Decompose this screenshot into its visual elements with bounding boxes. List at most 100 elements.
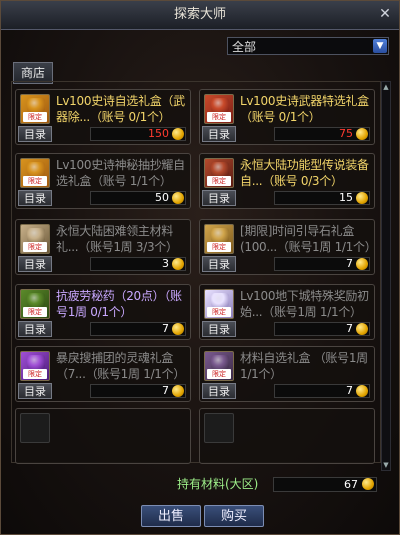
scroll-down-icon[interactable]: ▼ (382, 460, 390, 470)
limited-badge: 限定 (23, 176, 47, 186)
soul-box-dark-icon[interactable]: 限定 (204, 351, 234, 381)
limited-badge: 限定 (207, 112, 231, 122)
item-name: [期限]时间引导石礼盒(100...（账号1周 1/1个） (240, 224, 377, 254)
item-catalog-button[interactable]: 目录 (202, 190, 236, 206)
item-catalog-button[interactable]: 目录 (18, 190, 52, 206)
shop-item-card[interactable]: 限定 Lv100史诗神秘抽抄耀自选礼盒（账号 1/1个） 目录 50 (15, 153, 191, 209)
item-price: 3 (90, 257, 186, 271)
shop-item-card[interactable]: 限定 永恒大陆困难领主材料礼...（账号1周 3/3个） 目录 3 (15, 219, 191, 275)
item-art (211, 98, 229, 112)
item-catalog-button[interactable]: 目录 (202, 383, 236, 399)
coin-icon (172, 258, 184, 270)
item-price: 15 (274, 191, 370, 205)
shop-item-card[interactable]: 限定 材料自选礼盒 （账号1周 1/1个） 目录 7 (199, 346, 375, 402)
item-art (211, 355, 229, 369)
scroll-up-icon[interactable]: ▲ (382, 82, 390, 92)
item-name: Lv100史诗自选礼盒（武器除...（账号 0/1个） (56, 94, 185, 124)
shop-item-card[interactable]: 限定 Lv100史诗自选礼盒（武器除...（账号 0/1个） 目录 150 (15, 89, 191, 145)
item-price: 50 (90, 191, 186, 205)
item-art (27, 98, 45, 112)
item-name: 永恒大陆困难领主材料礼...（账号1周 3/3个） (56, 224, 178, 254)
empty-item-slot (199, 408, 375, 464)
item-price: 7 (90, 384, 186, 398)
gift-box-gold-icon[interactable]: 限定 (20, 94, 50, 124)
stone-box-icon[interactable]: 限定 (204, 224, 234, 254)
shop-item-card[interactable]: 限定 永恒大陆功能型传说装备自...（账号 0/3个） 目录 15 (199, 153, 375, 209)
item-catalog-button[interactable]: 目录 (18, 256, 52, 272)
item-art (211, 162, 229, 176)
item-list-scrollbar[interactable]: ▲ ▼ (381, 81, 391, 471)
item-art (211, 293, 229, 307)
limited-badge: 限定 (23, 369, 47, 379)
item-name: Lv100地下城特殊奖励初始...（账号1周 1/1个） (240, 289, 369, 319)
item-price-value: 50 (155, 191, 169, 204)
coin-icon (356, 128, 368, 140)
item-price-value: 7 (346, 257, 353, 270)
holding-materials-value: 67 (273, 477, 377, 492)
shop-item-card[interactable]: 限定 暴戾搜捕团的灵魂礼盒（7...（账号1周 1/1个） 目录 7 (15, 346, 191, 402)
equipment-box-icon[interactable]: 限定 (204, 158, 234, 188)
item-price: 75 (274, 127, 370, 141)
item-catalog-button[interactable]: 目录 (202, 126, 236, 142)
item-price: 150 (90, 127, 186, 141)
explore-master-window: 探索大师 ✕ 全部 ▼ 商店 限定 Lv100史诗自选礼盒（武器除...（账号 0… (0, 0, 400, 535)
item-name: 永恒大陆功能型传说装备自...（账号 0/3个） (240, 158, 369, 188)
material-box-icon[interactable]: 限定 (20, 224, 50, 254)
item-catalog-button[interactable]: 目录 (18, 321, 52, 337)
gift-box-red-icon[interactable]: 限定 (204, 94, 234, 124)
coin-icon (362, 478, 374, 490)
empty-item-slot (15, 408, 191, 464)
limited-badge: 限定 (23, 307, 47, 317)
item-catalog-button[interactable]: 目录 (18, 383, 52, 399)
coin-icon (356, 385, 368, 397)
coin-icon (172, 192, 184, 204)
item-price-value: 7 (346, 384, 353, 397)
coin-icon (356, 192, 368, 204)
coin-icon (172, 128, 184, 140)
item-art (211, 228, 229, 242)
item-catalog-button[interactable]: 目录 (202, 321, 236, 337)
scroll-box-icon[interactable]: 限定 (204, 289, 234, 319)
shop-item-card[interactable]: 限定 Lv100地下城特殊奖励初始...（账号1周 1/1个） 目录 7 (199, 284, 375, 340)
item-name: 暴戾搜捕团的灵魂礼盒（7...（账号1周 1/1个） (56, 351, 186, 381)
limited-badge: 限定 (23, 112, 47, 122)
soul-box-purple-icon[interactable]: 限定 (20, 351, 50, 381)
holding-materials-label: 持有材料(大区) (177, 477, 259, 491)
item-price-value: 150 (148, 127, 169, 140)
category-filter-value: 全部 (232, 40, 257, 54)
coin-icon (172, 385, 184, 397)
coin-icon (356, 258, 368, 270)
buy-button[interactable]: 购买 (204, 505, 264, 527)
empty-slot-icon (20, 413, 50, 443)
coin-icon (172, 323, 184, 335)
item-name: Lv100史诗武器特选礼盒 （账号 0/1个） (240, 94, 369, 124)
item-price-value: 75 (339, 127, 353, 140)
coin-icon (356, 323, 368, 335)
item-price-value: 7 (346, 322, 353, 335)
potion-icon[interactable]: 限定 (20, 289, 50, 319)
shop-item-card[interactable]: 限定 抗疲劳秘药（20点）（账号1周 0/1个） 目录 7 (15, 284, 191, 340)
sell-button[interactable]: 出售 (141, 505, 201, 527)
close-icon[interactable]: ✕ (377, 6, 393, 22)
chevron-down-icon[interactable]: ▼ (373, 39, 387, 53)
item-name: 材料自选礼盒 （账号1周 1/1个） (240, 351, 368, 381)
item-name: Lv100史诗神秘抽抄耀自选礼盒（账号 1/1个） (56, 158, 185, 188)
gift-box-gold-icon[interactable]: 限定 (20, 158, 50, 188)
limited-badge: 限定 (207, 307, 231, 317)
item-art (27, 355, 45, 369)
item-price-value: 7 (162, 322, 169, 335)
item-price: 7 (90, 322, 186, 336)
item-name: 抗疲劳秘药（20点）（账号1周 0/1个） (56, 289, 182, 319)
item-art (27, 162, 45, 176)
holding-materials-count: 67 (344, 478, 358, 491)
item-catalog-button[interactable]: 目录 (18, 126, 52, 142)
item-price: 7 (274, 384, 370, 398)
shop-item-card[interactable]: 限定 [期限]时间引导石礼盒(100...（账号1周 1/1个） 目录 7 (199, 219, 377, 275)
category-filter-select[interactable]: 全部 ▼ (227, 37, 389, 55)
shop-item-card[interactable]: 限定 Lv100史诗武器特选礼盒 （账号 0/1个） 目录 75 (199, 89, 375, 145)
item-catalog-button[interactable]: 目录 (202, 256, 236, 272)
item-price: 7 (274, 322, 370, 336)
limited-badge: 限定 (207, 242, 231, 252)
item-price-value: 3 (162, 257, 169, 270)
item-art (27, 293, 45, 307)
